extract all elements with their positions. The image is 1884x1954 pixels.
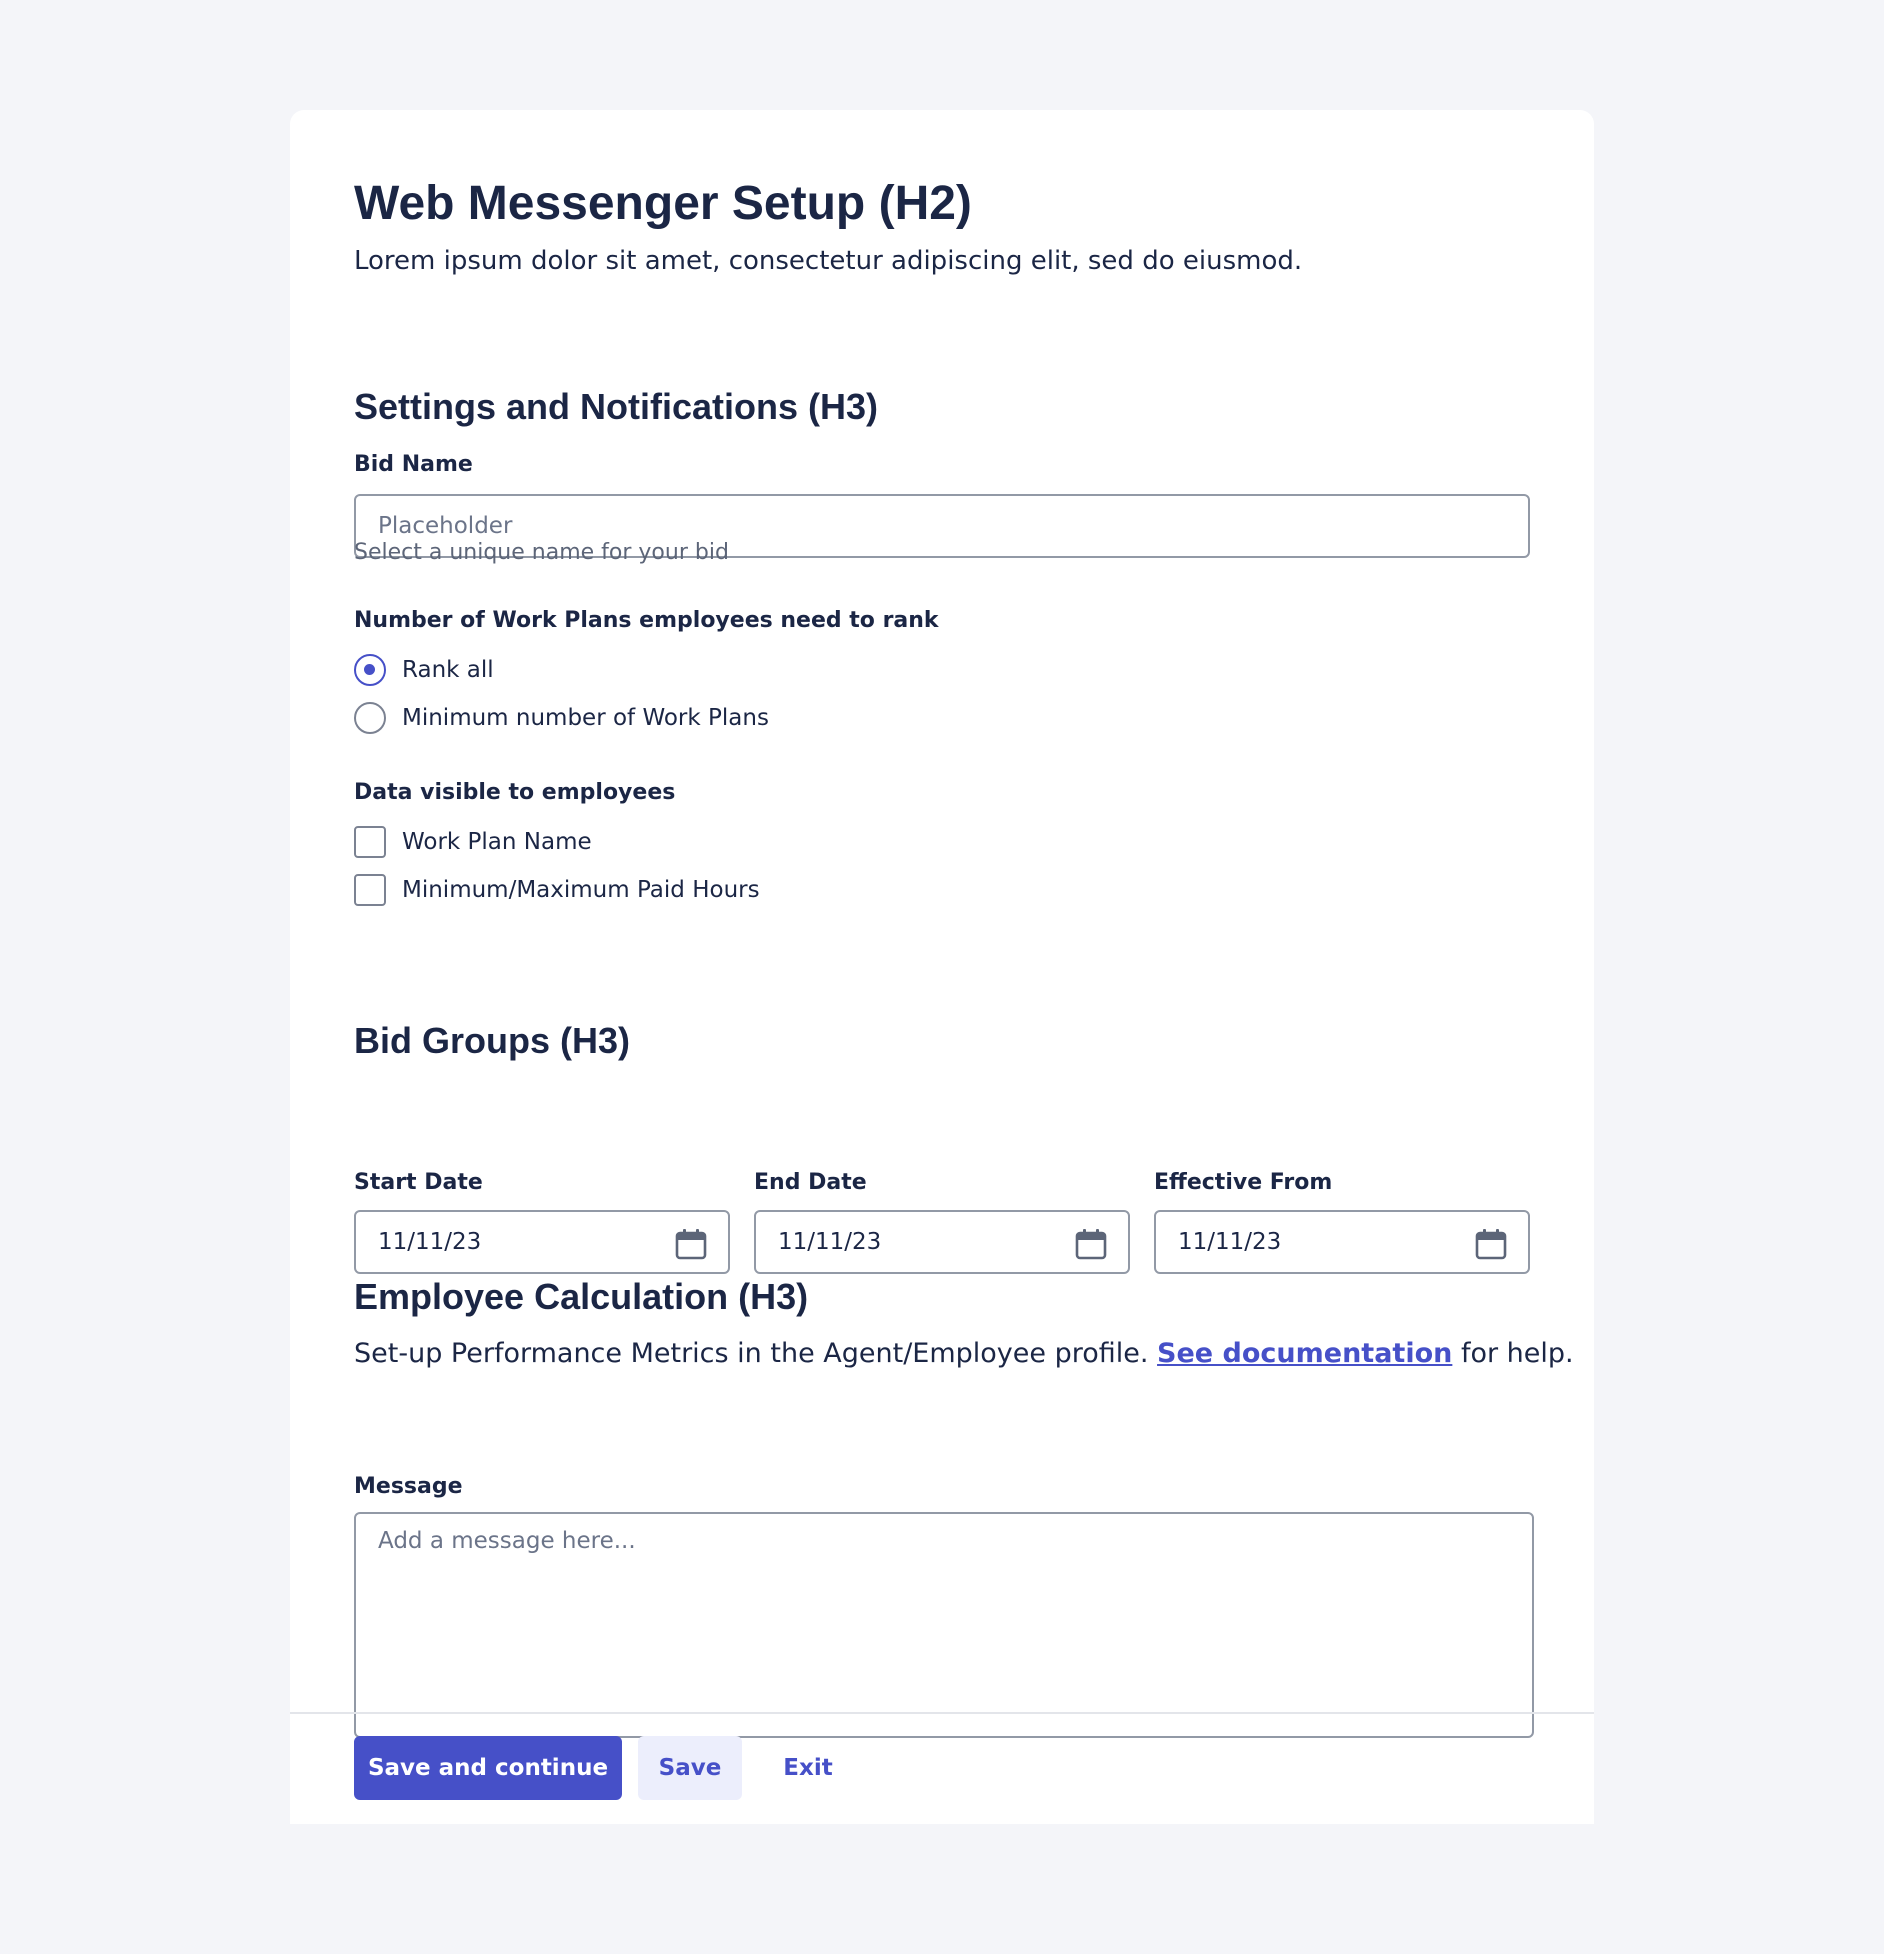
end-date-field[interactable]: 11/11/23 bbox=[754, 1210, 1130, 1274]
checkbox[interactable] bbox=[354, 874, 386, 906]
radio-label: Minimum number of Work Plans bbox=[402, 705, 769, 731]
radio-label: Rank all bbox=[402, 657, 494, 683]
end-date-label: End Date bbox=[754, 1170, 867, 1195]
bid-groups-heading: Bid Groups (H3) bbox=[354, 1020, 630, 1061]
rank-label: Number of Work Plans employees need to r… bbox=[354, 608, 939, 633]
start-date-value: 11/11/23 bbox=[378, 1229, 482, 1255]
radio-option-minimum[interactable]: Minimum number of Work Plans bbox=[354, 700, 769, 736]
calendar-icon[interactable] bbox=[674, 1227, 708, 1261]
employee-calc-heading: Employee Calculation (H3) bbox=[354, 1276, 809, 1317]
checkbox-option-paid-hours[interactable]: Minimum/Maximum Paid Hours bbox=[354, 872, 760, 908]
checkbox-label: Work Plan Name bbox=[402, 829, 592, 855]
calendar-icon[interactable] bbox=[1474, 1227, 1508, 1261]
page-title: Web Messenger Setup (H2) bbox=[354, 177, 972, 230]
save-and-continue-button[interactable]: Save and continue bbox=[354, 1736, 622, 1800]
message-textarea[interactable] bbox=[354, 1512, 1534, 1738]
bid-name-label: Bid Name bbox=[354, 452, 473, 477]
start-date-field[interactable]: 11/11/23 bbox=[354, 1210, 730, 1274]
checkbox[interactable] bbox=[354, 826, 386, 858]
calendar-icon[interactable] bbox=[1074, 1227, 1108, 1261]
radio-selected[interactable] bbox=[354, 654, 386, 686]
message-label: Message bbox=[354, 1474, 463, 1499]
radio-unselected[interactable] bbox=[354, 702, 386, 734]
setup-card: Web Messenger Setup (H2) Lorem ipsum dol… bbox=[290, 110, 1594, 1824]
footer-divider bbox=[290, 1712, 1594, 1714]
radio-option-rank-all[interactable]: Rank all bbox=[354, 652, 494, 688]
effective-from-field[interactable]: 11/11/23 bbox=[1154, 1210, 1530, 1274]
visible-data-label: Data visible to employees bbox=[354, 780, 676, 805]
bid-name-helper: Select a unique name for your bid bbox=[354, 540, 729, 565]
settings-heading: Settings and Notifications (H3) bbox=[354, 386, 879, 427]
checkbox-option-work-plan-name[interactable]: Work Plan Name bbox=[354, 824, 592, 860]
description-text-end: for help. bbox=[1452, 1338, 1574, 1369]
end-date-value: 11/11/23 bbox=[778, 1229, 882, 1255]
start-date-label: Start Date bbox=[354, 1170, 483, 1195]
description-text: Set-up Performance Metrics in the Agent/… bbox=[354, 1338, 1158, 1369]
page-subtitle: Lorem ipsum dolor sit amet, consectetur … bbox=[354, 246, 1303, 276]
exit-button[interactable]: Exit bbox=[758, 1736, 858, 1800]
see-documentation-link[interactable]: See documentation bbox=[1157, 1338, 1452, 1369]
effective-from-label: Effective From bbox=[1154, 1170, 1333, 1195]
employee-calc-description: Set-up Performance Metrics in the Agent/… bbox=[354, 1338, 1574, 1369]
checkbox-label: Minimum/Maximum Paid Hours bbox=[402, 877, 760, 903]
effective-from-value: 11/11/23 bbox=[1178, 1229, 1282, 1255]
save-button[interactable]: Save bbox=[638, 1736, 742, 1800]
